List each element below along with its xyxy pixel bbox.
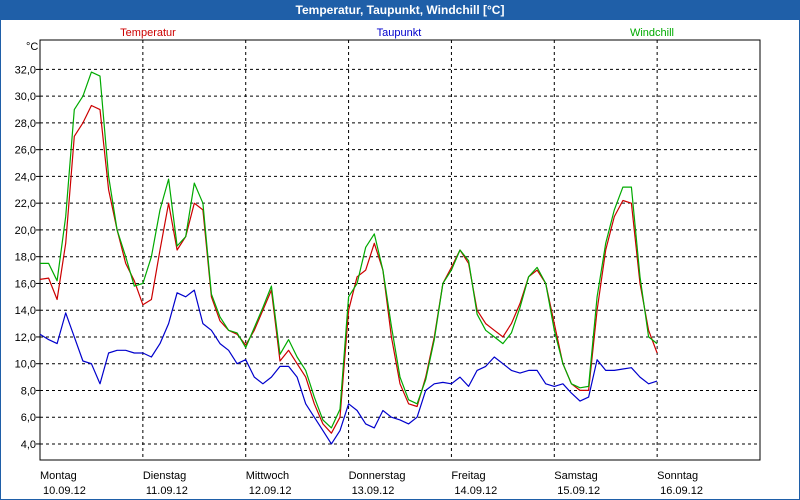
y-tick-label: 22,0 (15, 198, 36, 210)
x-tick-day: Sonntag (657, 470, 698, 482)
y-tick-label: 26,0 (15, 145, 36, 157)
y-tick-label: 16,0 (15, 278, 36, 290)
x-tick-label: Freitag 14.09.12 (451, 470, 497, 497)
y-tick-label: 20,0 (15, 225, 36, 237)
x-tick-day: Mittwoch (246, 470, 289, 482)
y-tick-label: 28,0 (15, 118, 36, 130)
legend-temperatur: Temperatur (120, 27, 176, 39)
x-tick-day: Samstag (554, 470, 597, 482)
x-tick-day: Freitag (451, 470, 485, 482)
x-tick-date: 15.09.12 (557, 485, 600, 497)
y-tick-label: 6,0 (21, 412, 36, 424)
y-tick-label: 14,0 (15, 305, 36, 317)
legend-windchill: Windchill (630, 27, 674, 39)
x-tick-date: 10.09.12 (43, 485, 86, 497)
x-tick-date: 16.09.12 (660, 485, 703, 497)
x-tick-day: Donnerstag (349, 470, 406, 482)
y-tick-label: 10,0 (15, 359, 36, 371)
y-tick-label: 4,0 (21, 439, 36, 451)
plot-area-border (39, 39, 761, 461)
x-tick-day: Montag (40, 470, 77, 482)
x-tick-date: 12.09.12 (249, 485, 292, 497)
x-tick-date: 11.09.12 (146, 485, 188, 497)
x-tick-date: 14.09.12 (454, 485, 497, 497)
x-tick-label: Dienstag 11.09.12 (143, 470, 188, 497)
x-tick-label: Montag 10.09.12 (40, 470, 86, 497)
grid-layer (40, 40, 760, 460)
y-tick-label: 24,0 (15, 171, 36, 183)
y-tick-label: 18,0 (15, 252, 36, 264)
chart-plot: 4,0 6,0 8,0 10,0 12,0 14,0 16,0 18,0 20,0 22,0 24,… (15, 27, 761, 497)
y-tick-label: 8,0 (21, 385, 36, 397)
x-tick-label: Sonntag 16.09.12 (657, 470, 703, 497)
y-tick-label: 32,0 (15, 64, 36, 76)
legend-taupunkt: Taupunkt (377, 27, 422, 39)
x-tick-label: Donnerstag 13.09.12 (349, 470, 406, 497)
y-axis-unit: °C (26, 41, 38, 53)
x-tick-date: 13.09.12 (352, 485, 395, 497)
y-tick-label: 30,0 (15, 91, 36, 103)
x-tick-label: Mittwoch 12.09.12 (246, 470, 292, 497)
x-tick-label: Samstag 15.09.12 (554, 470, 600, 497)
y-tick-label: 12,0 (15, 332, 36, 344)
x-tick-day: Dienstag (143, 470, 186, 482)
